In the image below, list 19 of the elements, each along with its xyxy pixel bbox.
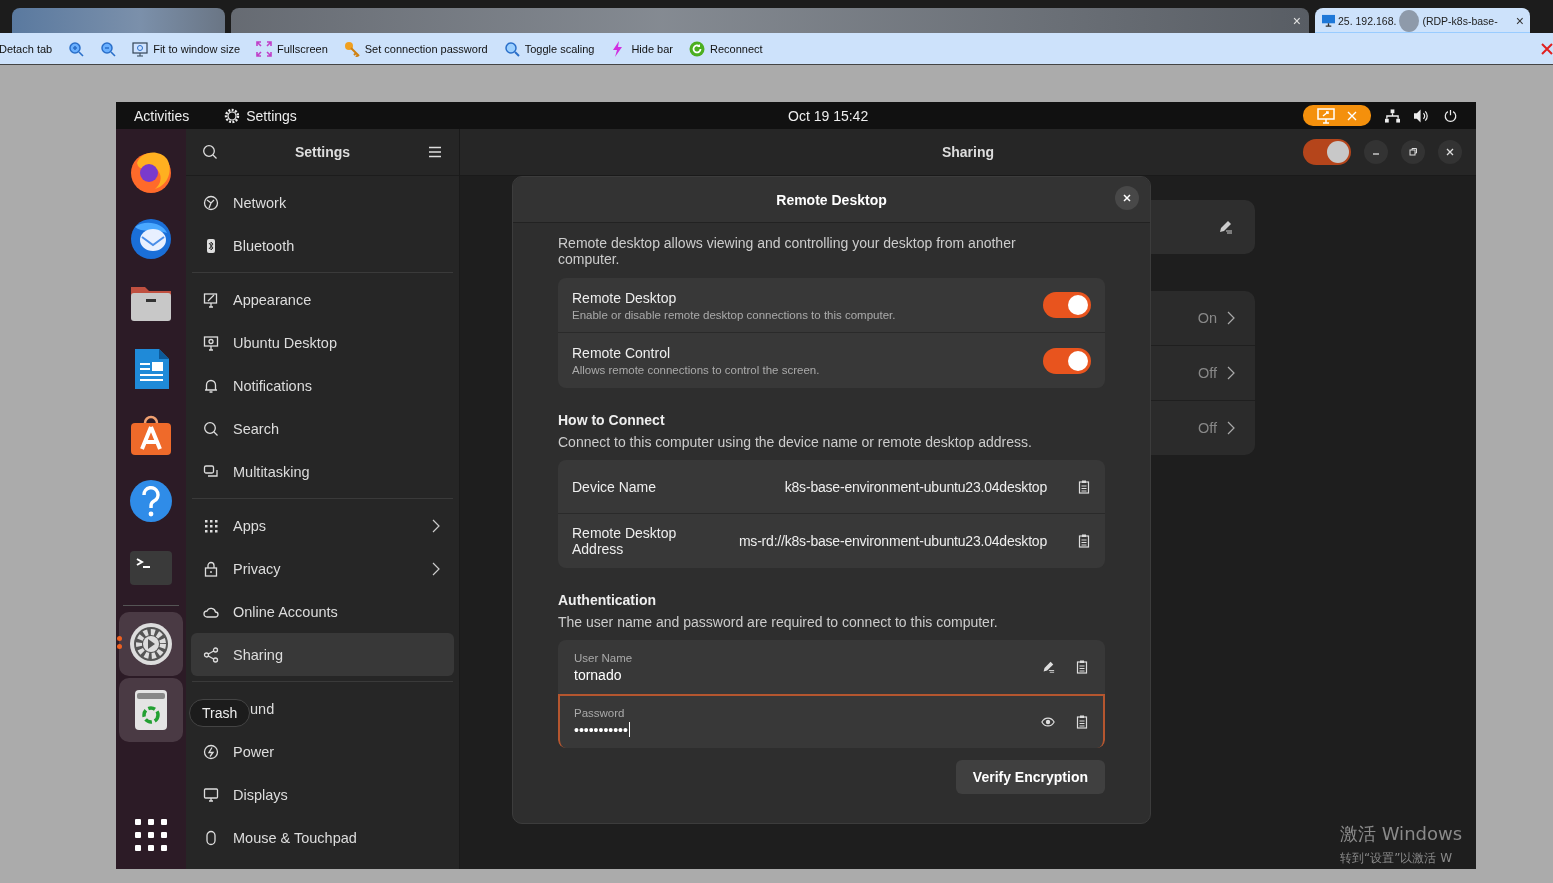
description: Remote desktop allows viewing and controlling your desktop from another computer. <box>558 235 1017 267</box>
section-heading: How to Connect <box>558 412 666 428</box>
switch-title: Remote Control <box>572 345 672 361</box>
tooltip: Trash <box>189 699 251 727</box>
section-heading: Authentication <box>558 592 657 608</box>
switch-title: Remote Desktop <box>572 289 678 306</box>
activation-notice: 转到“设置”以激活 W <box>1340 850 1454 867</box>
description: The user name and password are required to connect to this computer. <box>558 614 999 630</box>
sidebar-title: Settings <box>293 144 352 160</box>
row-label: Device Name <box>572 478 658 495</box>
dialog-title: Remote Desktop <box>776 191 887 208</box>
description: Connect to this computer using the device name or remote desktop address. <box>558 434 1033 450</box>
row-value: k8s-base-environment-ubuntu23.04desktop <box>783 478 1047 495</box>
row-label: Remote Desktop Address <box>572 525 678 557</box>
activation-notice: 激活 Windows <box>1340 822 1464 846</box>
switch-subtitle: Enable or disable remote desktop connections to this computer. <box>572 308 897 321</box>
row-value: ms-rd://k8s-base-environment-ubuntu23.04desktop <box>737 533 1047 549</box>
switch-subtitle: Allows remote connections to control the screen. <box>572 364 821 376</box>
page-title: Sharing <box>940 144 996 160</box>
